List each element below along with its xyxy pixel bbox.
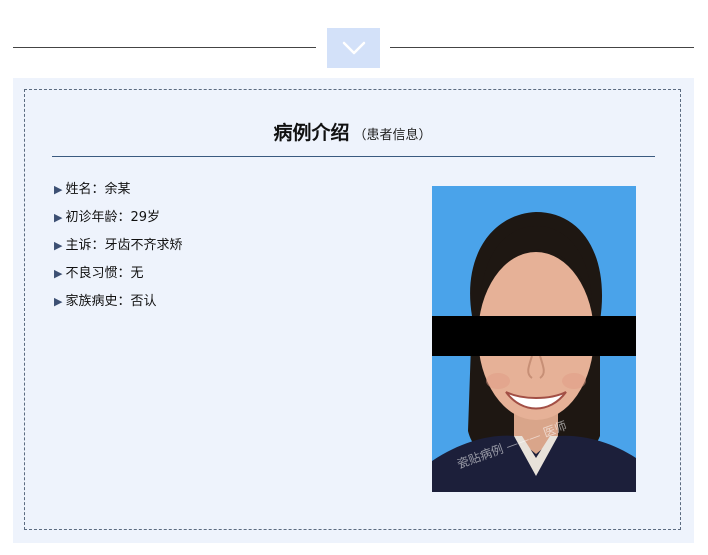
- divider-right: [390, 47, 694, 48]
- info-item-age: ▶ 初诊年龄： 29岁: [54, 204, 183, 232]
- info-label: 主诉：: [65, 238, 105, 253]
- title-underline: [52, 156, 655, 157]
- case-panel: 病例介绍 （患者信息） ▶ 姓名： 余某 ▶ 初诊年龄： 29岁 ▶ 主诉： 牙…: [13, 78, 694, 543]
- triangle-right-icon: ▶: [54, 211, 63, 224]
- info-label: 姓名：: [65, 182, 105, 197]
- info-value: 牙齿不齐求矫: [104, 238, 183, 253]
- info-value: 余某: [104, 182, 131, 197]
- info-item-complaint: ▶ 主诉： 牙齿不齐求矫: [54, 232, 183, 260]
- patient-info-list: ▶ 姓名： 余某 ▶ 初诊年龄： 29岁 ▶ 主诉： 牙齿不齐求矫 ▶ 不良习惯…: [54, 176, 183, 316]
- triangle-right-icon: ▶: [54, 295, 63, 308]
- triangle-right-icon: ▶: [54, 239, 63, 252]
- eye-censor-bar: [432, 316, 636, 356]
- patient-photo: 瓷贴病例 ——— 医师: [432, 186, 636, 492]
- section-subtitle: （患者信息）: [353, 128, 432, 143]
- info-label: 不良习惯：: [65, 266, 131, 281]
- info-item-habits: ▶ 不良习惯： 无: [54, 260, 183, 288]
- info-item-family-history: ▶ 家族病史： 否认: [54, 288, 183, 316]
- chevron-down-icon: [342, 41, 365, 55]
- expand-toggle[interactable]: [327, 28, 380, 68]
- info-item-name: ▶ 姓名： 余某: [54, 176, 183, 204]
- info-label: 初诊年龄：: [65, 210, 131, 225]
- info-value: 29岁: [130, 210, 161, 225]
- triangle-right-icon: ▶: [54, 183, 63, 196]
- info-label: 家族病史：: [65, 294, 131, 309]
- triangle-right-icon: ▶: [54, 267, 63, 280]
- section-title: 病例介绍: [273, 122, 350, 144]
- info-value: 否认: [130, 294, 157, 309]
- info-value: 无: [130, 266, 144, 281]
- section-header: 病例介绍 （患者信息）: [13, 118, 692, 145]
- divider-left: [13, 47, 316, 48]
